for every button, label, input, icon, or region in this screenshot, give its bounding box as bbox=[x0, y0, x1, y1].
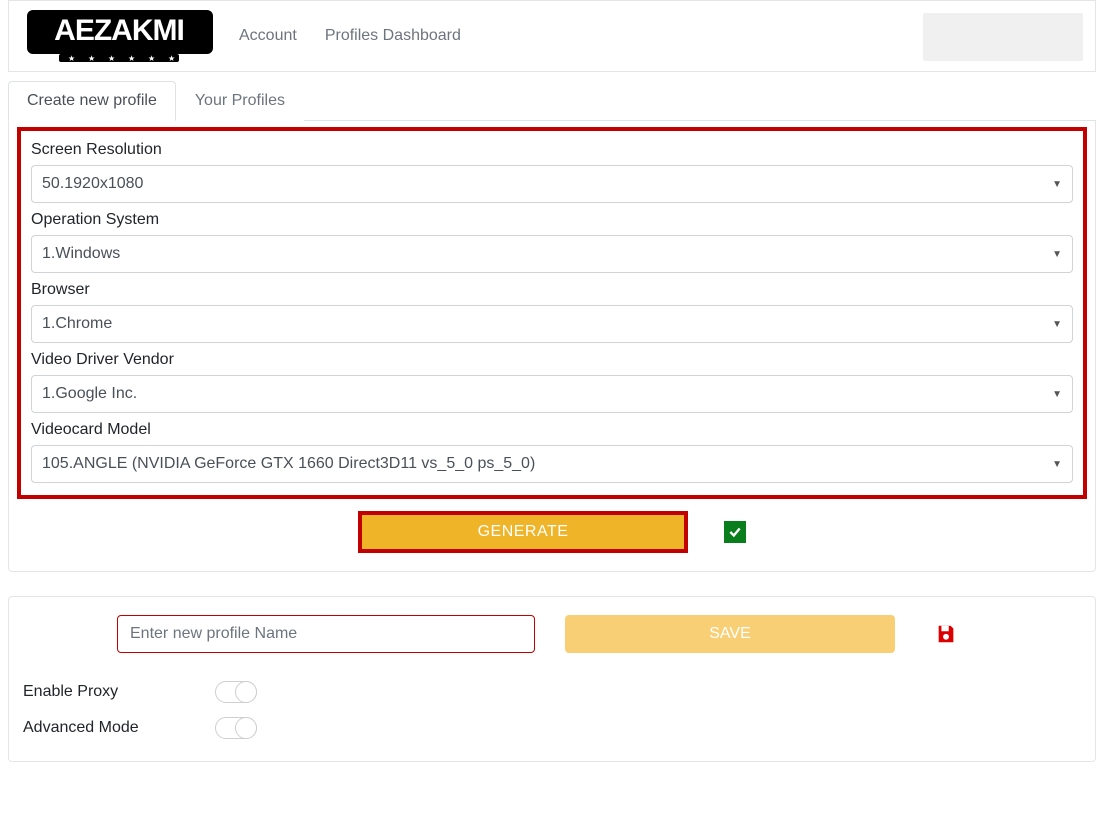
label-video-driver-vendor: Video Driver Vendor bbox=[31, 351, 1073, 369]
label-advanced-mode: Advanced Mode bbox=[23, 719, 215, 737]
label-screen-resolution: Screen Resolution bbox=[31, 141, 1073, 159]
logo: AEZAKMI ★ ★ ★ ★ ★ ★ bbox=[25, 6, 215, 66]
label-videocard-model: Videocard Model bbox=[31, 421, 1073, 439]
chevron-down-icon: ▼ bbox=[1052, 389, 1062, 400]
label-enable-proxy: Enable Proxy bbox=[23, 683, 215, 701]
generate-row: GENERATE bbox=[17, 511, 1087, 553]
save-row: SAVE bbox=[23, 615, 1081, 653]
label-operation-system: Operation System bbox=[31, 211, 1073, 229]
field-browser: Browser 1.Chrome ▼ bbox=[31, 281, 1073, 343]
user-area[interactable] bbox=[923, 13, 1083, 61]
svg-text:AEZAKMI: AEZAKMI bbox=[54, 14, 184, 47]
main-nav: Account Profiles Dashboard bbox=[239, 27, 461, 45]
save-panel: SAVE Enable Proxy Advanced Mode bbox=[8, 596, 1096, 762]
select-value: 105.ANGLE (NVIDIA GeForce GTX 1660 Direc… bbox=[42, 455, 535, 473]
field-operation-system: Operation System 1.Windows ▼ bbox=[31, 211, 1073, 273]
field-video-driver-vendor: Video Driver Vendor 1.Google Inc. ▼ bbox=[31, 351, 1073, 413]
field-screen-resolution: Screen Resolution 50.1920x1080 ▼ bbox=[31, 141, 1073, 203]
svg-text:★: ★ bbox=[88, 54, 95, 63]
save-icon[interactable] bbox=[935, 623, 957, 645]
select-screen-resolution[interactable]: 50.1920x1080 ▼ bbox=[31, 165, 1073, 203]
profile-name-input[interactable] bbox=[117, 615, 535, 653]
select-video-driver-vendor[interactable]: 1.Google Inc. ▼ bbox=[31, 375, 1073, 413]
select-value: 50.1920x1080 bbox=[42, 175, 143, 193]
svg-text:★: ★ bbox=[68, 54, 75, 63]
select-operation-system[interactable]: 1.Windows ▼ bbox=[31, 235, 1073, 273]
svg-text:★: ★ bbox=[168, 54, 175, 63]
tab-create-new-profile[interactable]: Create new profile bbox=[8, 81, 176, 121]
highlight-box: Screen Resolution 50.1920x1080 ▼ Operati… bbox=[17, 127, 1087, 499]
tabs: Create new profile Your Profiles bbox=[8, 80, 1096, 121]
toggle-enable-proxy[interactable] bbox=[215, 681, 257, 703]
generate-success-check bbox=[724, 521, 746, 543]
label-browser: Browser bbox=[31, 281, 1073, 299]
svg-text:★: ★ bbox=[108, 54, 115, 63]
save-button[interactable]: SAVE bbox=[565, 615, 895, 653]
select-videocard-model[interactable]: 105.ANGLE (NVIDIA GeForce GTX 1660 Direc… bbox=[31, 445, 1073, 483]
chevron-down-icon: ▼ bbox=[1052, 249, 1062, 260]
select-browser[interactable]: 1.Chrome ▼ bbox=[31, 305, 1073, 343]
toggle-advanced-mode[interactable] bbox=[215, 717, 257, 739]
select-value: 1.Google Inc. bbox=[42, 385, 137, 403]
svg-text:★: ★ bbox=[128, 54, 135, 63]
field-videocard-model: Videocard Model 105.ANGLE (NVIDIA GeForc… bbox=[31, 421, 1073, 483]
generate-button[interactable]: GENERATE bbox=[358, 511, 688, 553]
svg-text:★: ★ bbox=[148, 54, 155, 63]
nav-profiles-dashboard[interactable]: Profiles Dashboard bbox=[325, 27, 461, 45]
top-bar: AEZAKMI ★ ★ ★ ★ ★ ★ Account Profiles Das… bbox=[8, 0, 1096, 72]
row-enable-proxy: Enable Proxy bbox=[23, 681, 1081, 703]
row-advanced-mode: Advanced Mode bbox=[23, 717, 1081, 739]
nav-account[interactable]: Account bbox=[239, 27, 297, 45]
check-icon bbox=[728, 525, 742, 539]
chevron-down-icon: ▼ bbox=[1052, 459, 1062, 470]
tab-your-profiles[interactable]: Your Profiles bbox=[176, 81, 304, 121]
chevron-down-icon: ▼ bbox=[1052, 179, 1062, 190]
select-value: 1.Windows bbox=[42, 245, 120, 263]
select-value: 1.Chrome bbox=[42, 315, 112, 333]
chevron-down-icon: ▼ bbox=[1052, 319, 1062, 330]
create-profile-panel: Screen Resolution 50.1920x1080 ▼ Operati… bbox=[8, 121, 1096, 572]
